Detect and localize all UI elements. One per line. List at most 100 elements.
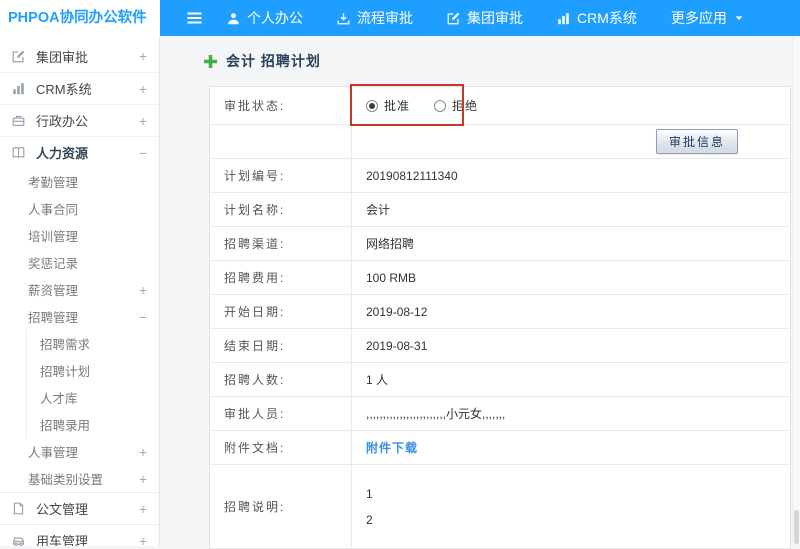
sidebar-item-label: 奖惩记录 — [28, 253, 78, 272]
expand-icon[interactable]: + — [139, 534, 147, 547]
radio-checked-icon[interactable] — [366, 100, 378, 112]
field-label: 审批状态: — [210, 87, 352, 124]
hamburger-menu-icon[interactable] — [186, 11, 203, 25]
field-label: 招聘费用: — [210, 261, 352, 294]
sidebar-item-recruit-demand[interactable]: 招聘需求 — [0, 330, 159, 357]
sidebar-item-recruit-hire[interactable]: 招聘录用 — [0, 411, 159, 438]
field-label: 招聘人数: — [210, 363, 352, 396]
field-label: 招聘渠道: — [210, 227, 352, 260]
nav-label: 集团审批 — [467, 8, 523, 28]
sidebar-item-base-category[interactable]: 基础类别设置 + — [0, 465, 159, 492]
detail-row: 审批人员:,,,,,,,,,,,,,,,,,,,,,,,,小元女,,,,,,, — [210, 397, 790, 431]
sidebar-item-document[interactable]: 公文管理+ — [0, 492, 159, 524]
sidebar-item-training[interactable]: 培训管理 — [0, 222, 159, 249]
expand-icon[interactable]: + — [139, 502, 147, 516]
bar-chart-icon — [12, 82, 27, 95]
expand-icon[interactable]: + — [139, 445, 147, 459]
radio-approve[interactable]: 批准 — [366, 97, 410, 114]
nav-label: 更多应用 — [671, 8, 727, 28]
sidebar-item-admin-office[interactable]: 行政办公 + — [0, 104, 159, 136]
sidebar-item-personnel[interactable]: 人事管理 + — [0, 438, 159, 465]
expand-icon[interactable]: + — [139, 472, 147, 486]
nav-label: CRM系统 — [577, 8, 637, 28]
field-value: 20190812111340 — [352, 159, 790, 192]
sidebar-item-crm[interactable]: CRM系统+ — [0, 72, 159, 104]
sidebar-item-label: 基础类别设置 — [28, 469, 103, 488]
sidebar-item-label: 薪资管理 — [28, 280, 78, 299]
field-label: 附件文档: — [210, 431, 352, 464]
sidebar-item-label: 用车管理 — [36, 531, 88, 546]
sidebar-item-label: 培训管理 — [28, 226, 78, 245]
sidebar-item-label: 招聘需求 — [40, 334, 90, 353]
nav-workflow-approval[interactable]: 流程审批 — [337, 8, 413, 28]
radio-approve-label: 批准 — [384, 97, 410, 114]
sidebar-item-hr[interactable]: 人力资源− — [0, 136, 159, 168]
field-label: 计划编号: — [210, 159, 352, 192]
field-label: 审批人员: — [210, 397, 352, 430]
sidebar-item-rewards[interactable]: 奖惩记录 — [0, 249, 159, 276]
expand-icon[interactable]: + — [139, 82, 147, 96]
description-line: 1 — [366, 487, 373, 501]
caret-down-icon — [734, 13, 744, 23]
sidebar-item-talent-pool[interactable]: 人才库 — [0, 384, 159, 411]
nav-group-approval[interactable]: 集团审批 — [447, 8, 523, 28]
field-label: 计划名称: — [210, 193, 352, 226]
sidebar-item-attendance[interactable]: 考勤管理 — [0, 168, 159, 195]
radio-unchecked-icon[interactable] — [434, 100, 446, 112]
nav-label: 个人办公 — [247, 8, 303, 28]
nav-crm-system[interactable]: CRM系统 — [557, 8, 637, 28]
detail-row: 附件文档: 附件下载 — [210, 431, 790, 465]
sidebar-item-recruit-plan[interactable]: 招聘计划 — [0, 357, 159, 384]
add-plus-icon — [204, 55, 217, 68]
collapse-icon[interactable]: − — [139, 310, 147, 324]
field-label: 开始日期: — [210, 295, 352, 328]
expand-icon[interactable]: + — [139, 114, 147, 128]
detail-row: 开始日期:2019-08-12 — [210, 295, 790, 329]
page-title: 会计 招聘计划 — [204, 51, 321, 71]
sidebar-item-label: 人事管理 — [28, 442, 78, 461]
briefcase-icon — [12, 114, 27, 127]
workflow-icon — [337, 12, 350, 25]
field-label: 招聘说明: — [210, 465, 352, 548]
field-value: 2019-08-12 — [352, 295, 790, 328]
approve-info-button[interactable]: 审批信息 — [656, 129, 738, 154]
expand-icon[interactable]: + — [139, 283, 147, 297]
main-content: 会计 招聘计划 审批状态: 批准 拒绝 — [161, 36, 800, 546]
scrollbar-track[interactable] — [792, 36, 800, 546]
app-logo: PHPOA协同办公软件 — [0, 0, 160, 36]
detail-row: 招聘渠道:网络招聘 — [210, 227, 790, 261]
top-nav: 个人办公 流程审批 集团审批 CRM系统 更多应用 — [227, 8, 744, 28]
collapse-icon[interactable]: − — [139, 146, 147, 160]
detail-row: 招聘人数:1 人 — [210, 363, 790, 397]
top-header: PHPOA协同办公软件 个人办公 流程审批 集团审批 CRM系统 更多应用 — [0, 0, 800, 36]
person-icon — [227, 12, 240, 25]
detail-form: 审批状态: 批准 拒绝 审批信息 — [209, 86, 791, 549]
sidebar-item-contract[interactable]: 人事合同 — [0, 195, 159, 222]
attachment-download-link[interactable]: 附件下载 — [366, 439, 418, 456]
detail-rows: 计划编号:20190812111340计划名称:会计招聘渠道:网络招聘招聘费用:… — [210, 159, 790, 549]
expand-icon[interactable]: + — [139, 49, 147, 63]
nav-personal-office[interactable]: 个人办公 — [227, 8, 303, 28]
description-line: 2 — [366, 513, 373, 527]
detail-row: 计划编号:20190812111340 — [210, 159, 790, 193]
field-value: 2019-08-31 — [352, 329, 790, 362]
sidebar-item-group-approval[interactable]: 集团审批+ — [0, 40, 159, 72]
edit-square-icon — [447, 12, 460, 25]
sidebar-item-salary[interactable]: 薪资管理 + — [0, 276, 159, 303]
field-value: 网络招聘 — [352, 227, 790, 260]
sidebar: 集团审批+CRM系统+ 行政办公 + 人力资源−考勤管理人事合同培训管理奖惩记录薪资管… — [0, 36, 160, 546]
nav-label: 流程审批 — [357, 8, 413, 28]
sidebar-item-vehicle[interactable]: 用车管理 + — [0, 524, 159, 546]
sidebar-item-label: 行政办公 — [36, 111, 88, 130]
scrollbar-thumb[interactable] — [794, 510, 799, 544]
nav-more-apps[interactable]: 更多应用 — [671, 8, 744, 28]
field-value: 12 — [352, 465, 790, 548]
status-value-cell: 批准 拒绝 — [352, 87, 790, 124]
field-value: 会计 — [352, 193, 790, 226]
detail-row: 招聘说明:12 — [210, 465, 790, 549]
detail-row: 招聘费用:100 RMB — [210, 261, 790, 295]
radio-reject-label: 拒绝 — [452, 97, 478, 114]
sidebar-item-recruit[interactable]: 招聘管理− — [0, 303, 159, 330]
book-icon — [12, 146, 27, 159]
radio-reject[interactable]: 拒绝 — [434, 97, 478, 114]
